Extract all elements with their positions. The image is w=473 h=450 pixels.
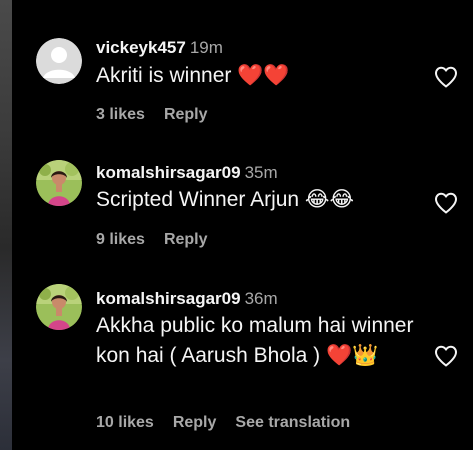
avatar[interactable] <box>36 284 82 330</box>
comment-text: Akkha public ko malum hai winner kon hai… <box>96 314 414 367</box>
avatar[interactable] <box>36 160 82 206</box>
comment-text: Scripted Winner Arjun 😂😂 <box>96 188 354 211</box>
likes-count-link[interactable]: 9 likes <box>96 231 145 248</box>
see-translation-link[interactable]: See translation <box>235 414 350 431</box>
comment-actions: 9 likes Reply <box>96 230 227 250</box>
likes-count-link[interactable]: 10 likes <box>96 414 154 431</box>
comment-time: 19m <box>189 38 223 57</box>
comment-item: komalshirsagar09 36m Akkha public ko malu… <box>36 284 473 439</box>
likes-count-link[interactable]: 3 likes <box>96 106 145 123</box>
comment-time: 36m <box>244 289 278 308</box>
comment-item: komalshirsagar09 35m Scripted Winner Arju… <box>36 160 473 253</box>
username-link[interactable]: komalshirsagar09 <box>96 289 241 308</box>
heart-outline-icon[interactable] <box>434 192 458 214</box>
comment-actions: 3 likes Reply <box>96 105 227 125</box>
reply-button[interactable]: Reply <box>164 106 208 123</box>
comment-header: vickeyk457 19m <box>96 38 223 58</box>
username-link[interactable]: komalshirsagar09 <box>96 163 241 182</box>
heart-outline-icon[interactable] <box>434 345 458 367</box>
comment-item: vickeyk457 19m Akriti is winner ❤️❤️ 3 li… <box>36 38 473 128</box>
comment-time: 35m <box>244 163 278 182</box>
comment-header: komalshirsagar09 36m <box>96 289 278 309</box>
username-link[interactable]: vickeyk457 <box>96 38 186 57</box>
default-avatar-icon[interactable] <box>36 38 82 84</box>
reply-button[interactable]: Reply <box>164 231 208 248</box>
comment-header: komalshirsagar09 35m <box>96 163 278 183</box>
comment-actions: 10 likes Reply See translation <box>96 413 369 433</box>
reply-button[interactable]: Reply <box>173 414 217 431</box>
comment-text: Akriti is winner ❤️❤️ <box>96 64 290 87</box>
background-image-edge <box>0 0 12 450</box>
heart-outline-icon[interactable] <box>434 66 458 88</box>
